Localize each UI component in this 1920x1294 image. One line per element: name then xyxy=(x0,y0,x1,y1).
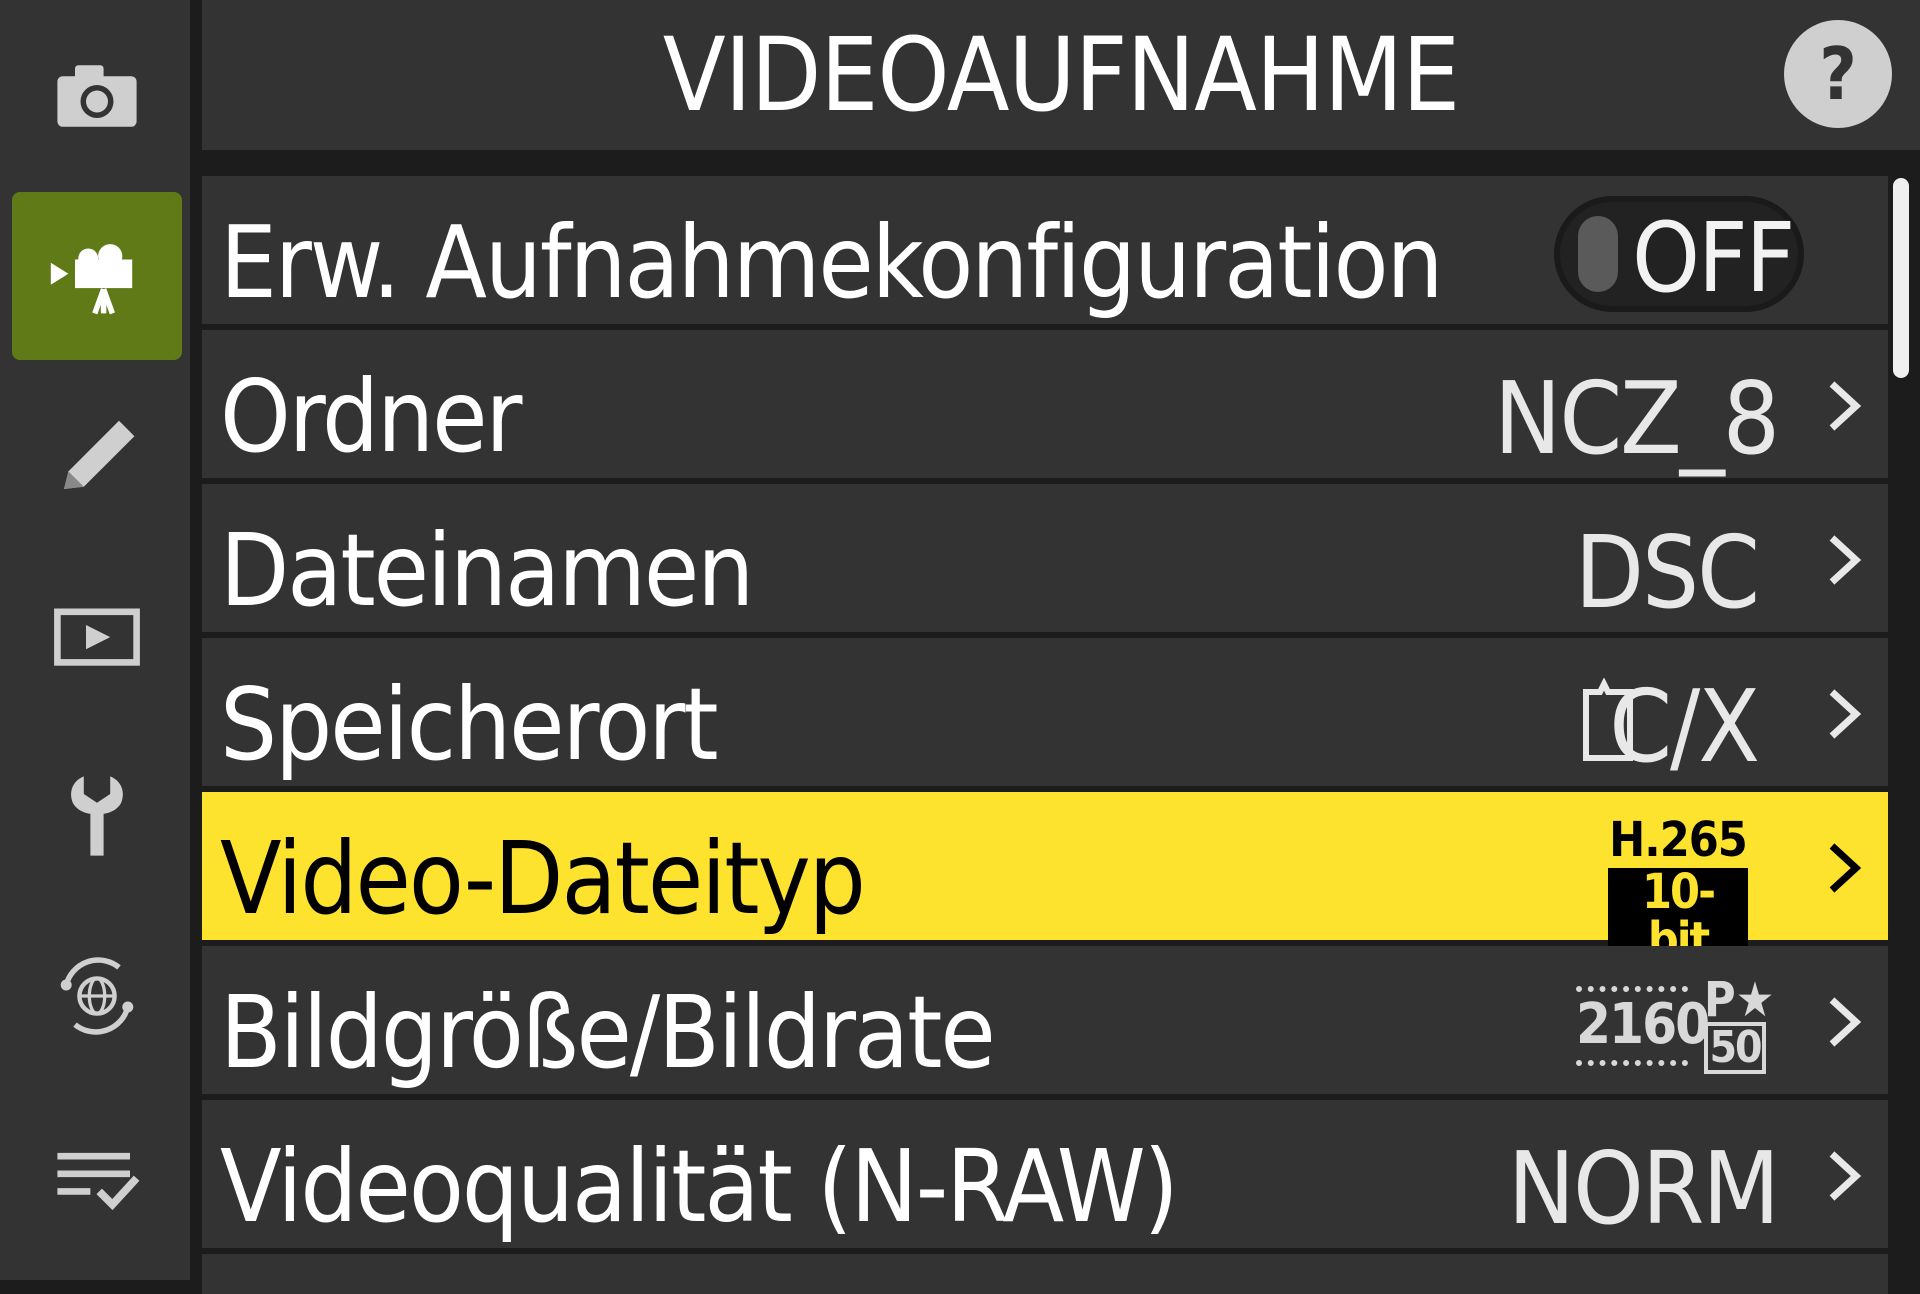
sidebar-item-playback[interactable] xyxy=(12,552,182,720)
frame-size-value: 2160 xyxy=(1576,986,1710,1066)
menu-item-label: Dateinamen xyxy=(220,512,754,629)
menu-item-destination[interactable]: Speicherort C/X xyxy=(202,638,1888,786)
menu-item-value: DSC xyxy=(1574,514,1760,631)
sidebar-item-setup[interactable] xyxy=(12,732,182,900)
sidebar xyxy=(0,0,190,1280)
sidebar-item-network[interactable] xyxy=(12,912,182,1080)
codec-badge: H.265 10-bit xyxy=(1608,816,1748,964)
chevron-right-icon xyxy=(1829,689,1862,739)
menu-item-label: Videoqualität (N-RAW) xyxy=(220,1128,1179,1245)
menu-item-partial[interactable] xyxy=(202,1254,1888,1294)
scrollbar[interactable] xyxy=(1893,178,1909,378)
frame-rate-value: 50 xyxy=(1704,1022,1766,1074)
menu-item-video-file-type[interactable]: Video-Dateityp H.265 10-bit xyxy=(202,792,1888,964)
chevron-right-icon xyxy=(1829,1151,1862,1201)
codec-name: H.265 xyxy=(1609,812,1748,868)
menu-item-label: Erw. Aufnahmekonfiguration xyxy=(220,204,1444,321)
wrench-icon xyxy=(71,776,123,856)
chevron-right-icon xyxy=(1829,843,1862,893)
page-title: VIDEOAUFNAHME xyxy=(662,16,1460,135)
toggle-switch[interactable]: OFF xyxy=(1554,196,1804,314)
sidebar-item-photo-shooting[interactable] xyxy=(12,12,182,180)
menu-item-folder[interactable]: Ordner NCZ_8 xyxy=(202,330,1888,478)
menu-item-file-naming[interactable]: Dateinamen DSC xyxy=(202,484,1888,632)
chevron-right-icon xyxy=(1829,997,1862,1047)
menu-item-label: Ordner xyxy=(220,358,522,475)
menu-item-label: Speicherort xyxy=(220,666,719,783)
menu-item-label: Bildgröße/Bildrate xyxy=(220,974,996,1091)
toggle-value: OFF xyxy=(1632,202,1795,314)
help-button[interactable]: ? xyxy=(1784,20,1892,128)
playback-icon xyxy=(54,608,140,666)
menu-list: Erw. Aufnahmekonfiguration OFF Ordner NC… xyxy=(202,150,1890,1294)
menu-item-label: Video-Dateityp xyxy=(220,820,866,937)
pencil-icon xyxy=(64,420,135,489)
sidebar-item-video-recording[interactable] xyxy=(12,192,182,360)
sidebar-item-my-menu[interactable] xyxy=(12,1092,182,1260)
network-icon xyxy=(60,957,134,1035)
menu-item-value: NORM xyxy=(1507,1130,1780,1247)
menu-item-value: NCZ_8 xyxy=(1494,360,1780,477)
toggle-knob xyxy=(1578,216,1618,292)
menu-header: VIDEOAUFNAHME ? xyxy=(202,0,1920,150)
chevron-right-icon xyxy=(1829,381,1862,431)
frame-size-badge: 2160 P★ 50 xyxy=(1576,972,1776,1076)
progressive-mark: P★ xyxy=(1704,972,1775,1028)
video-camera-icon xyxy=(50,244,133,315)
sidebar-item-retouch[interactable] xyxy=(12,372,182,540)
menu-item-advanced-recording-config[interactable]: Erw. Aufnahmekonfiguration OFF xyxy=(202,176,1888,324)
my-menu-icon xyxy=(57,1152,140,1211)
camera-icon xyxy=(57,65,137,127)
menu-item-value: C/X xyxy=(1609,668,1760,785)
chevron-right-icon xyxy=(1829,535,1862,585)
menu-item-frame-size-rate[interactable]: Bildgröße/Bildrate 2160 P★ 50 xyxy=(202,946,1888,1094)
menu-item-video-quality-nraw[interactable]: Videoqualität (N-RAW) NORM xyxy=(202,1100,1888,1248)
